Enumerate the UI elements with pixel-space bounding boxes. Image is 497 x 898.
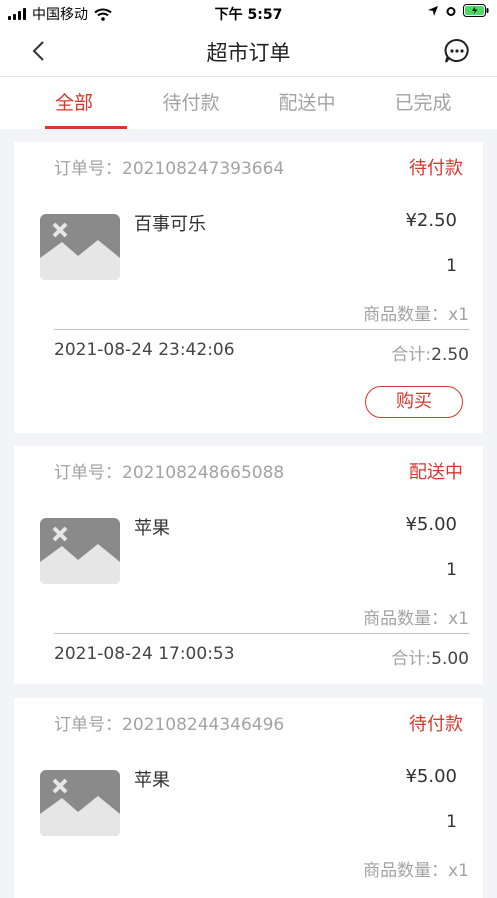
status-bar: 中国移动 下午 5:57 <box>0 0 497 26</box>
total-label: 合计: <box>391 649 432 669</box>
order-number-value: 202108248665088 <box>122 463 285 483</box>
order-date: 2021-08-24 17:00:53 <box>54 644 235 664</box>
tab-completed[interactable]: 已完成 <box>361 77 485 129</box>
divider <box>54 329 469 330</box>
product-quantity: 1 <box>446 256 457 276</box>
order-number-label: 订单号： <box>54 159 122 179</box>
order-card[interactable]: 订单号：202108244346496 待付款 苹果 ¥5.00 1 商品数量：… <box>14 698 483 898</box>
order-card[interactable]: 订单号：202108248665088 配送中 苹果 ¥5.00 1 商品数量：… <box>14 446 483 684</box>
order-number-label: 订单号： <box>54 463 122 483</box>
product-price: ¥5.00 <box>405 766 457 787</box>
order-number: 订单号：202108244346496 <box>54 710 284 735</box>
buy-button[interactable]: 购买 <box>365 386 463 418</box>
order-total: 合计:5.00 <box>391 644 469 669</box>
product-price: ¥5.00 <box>405 514 457 535</box>
product-name: 苹果 <box>134 518 170 539</box>
clock: 下午 5:57 <box>214 7 283 23</box>
active-tab-indicator <box>45 126 127 129</box>
tab-label: 已完成 <box>394 92 452 114</box>
order-card[interactable]: 订单号：202108247393664 待付款 百事可乐 ¥2.50 1 商品数… <box>14 142 483 433</box>
total-label: 合计: <box>391 345 432 365</box>
order-number-value: 202108247393664 <box>122 159 285 179</box>
product-image-placeholder-icon <box>40 518 120 584</box>
order-tabs: 全部 待付款 配送中 已完成 <box>0 77 497 129</box>
order-date: 2021-08-24 23:42:06 <box>54 340 235 360</box>
divider <box>54 633 469 634</box>
product-quantity: 1 <box>446 560 457 580</box>
nav-bar: 超市订单 <box>0 26 497 77</box>
product-image-placeholder-icon <box>40 214 120 280</box>
item-count: 商品数量：x1 <box>363 305 469 325</box>
tab-all[interactable]: 全部 <box>12 77 136 129</box>
order-status: 待付款 <box>409 714 463 735</box>
alarm-icon <box>446 6 456 16</box>
order-status: 配送中 <box>409 462 463 483</box>
page-title: 超市订单 <box>206 41 291 65</box>
product-name: 百事可乐 <box>134 214 206 235</box>
order-number-value: 202108244346496 <box>122 715 285 735</box>
tab-pending-payment[interactable]: 待付款 <box>129 77 253 129</box>
item-count: 商品数量：x1 <box>363 861 469 881</box>
total-value: 5.00 <box>431 649 469 669</box>
product-quantity: 1 <box>446 812 457 832</box>
item-count: 商品数量：x1 <box>363 609 469 629</box>
tab-label: 全部 <box>54 92 93 114</box>
tab-label: 配送中 <box>278 92 336 114</box>
tab-delivering[interactable]: 配送中 <box>245 77 369 129</box>
order-number: 订单号：202108247393664 <box>54 154 284 179</box>
chat-bubble-icon[interactable] <box>443 37 471 65</box>
order-status: 待付款 <box>409 158 463 179</box>
product-price: ¥2.50 <box>405 210 457 231</box>
order-total: 合计:2.50 <box>391 340 469 365</box>
battery-icon <box>463 4 489 17</box>
tab-label: 待付款 <box>162 92 220 114</box>
order-number: 订单号：202108248665088 <box>54 458 284 483</box>
total-value: 2.50 <box>431 345 469 365</box>
product-image-placeholder-icon <box>40 770 120 836</box>
order-number-label: 订单号： <box>54 715 122 735</box>
product-name: 苹果 <box>134 770 170 791</box>
location-arrow-icon <box>428 5 438 16</box>
